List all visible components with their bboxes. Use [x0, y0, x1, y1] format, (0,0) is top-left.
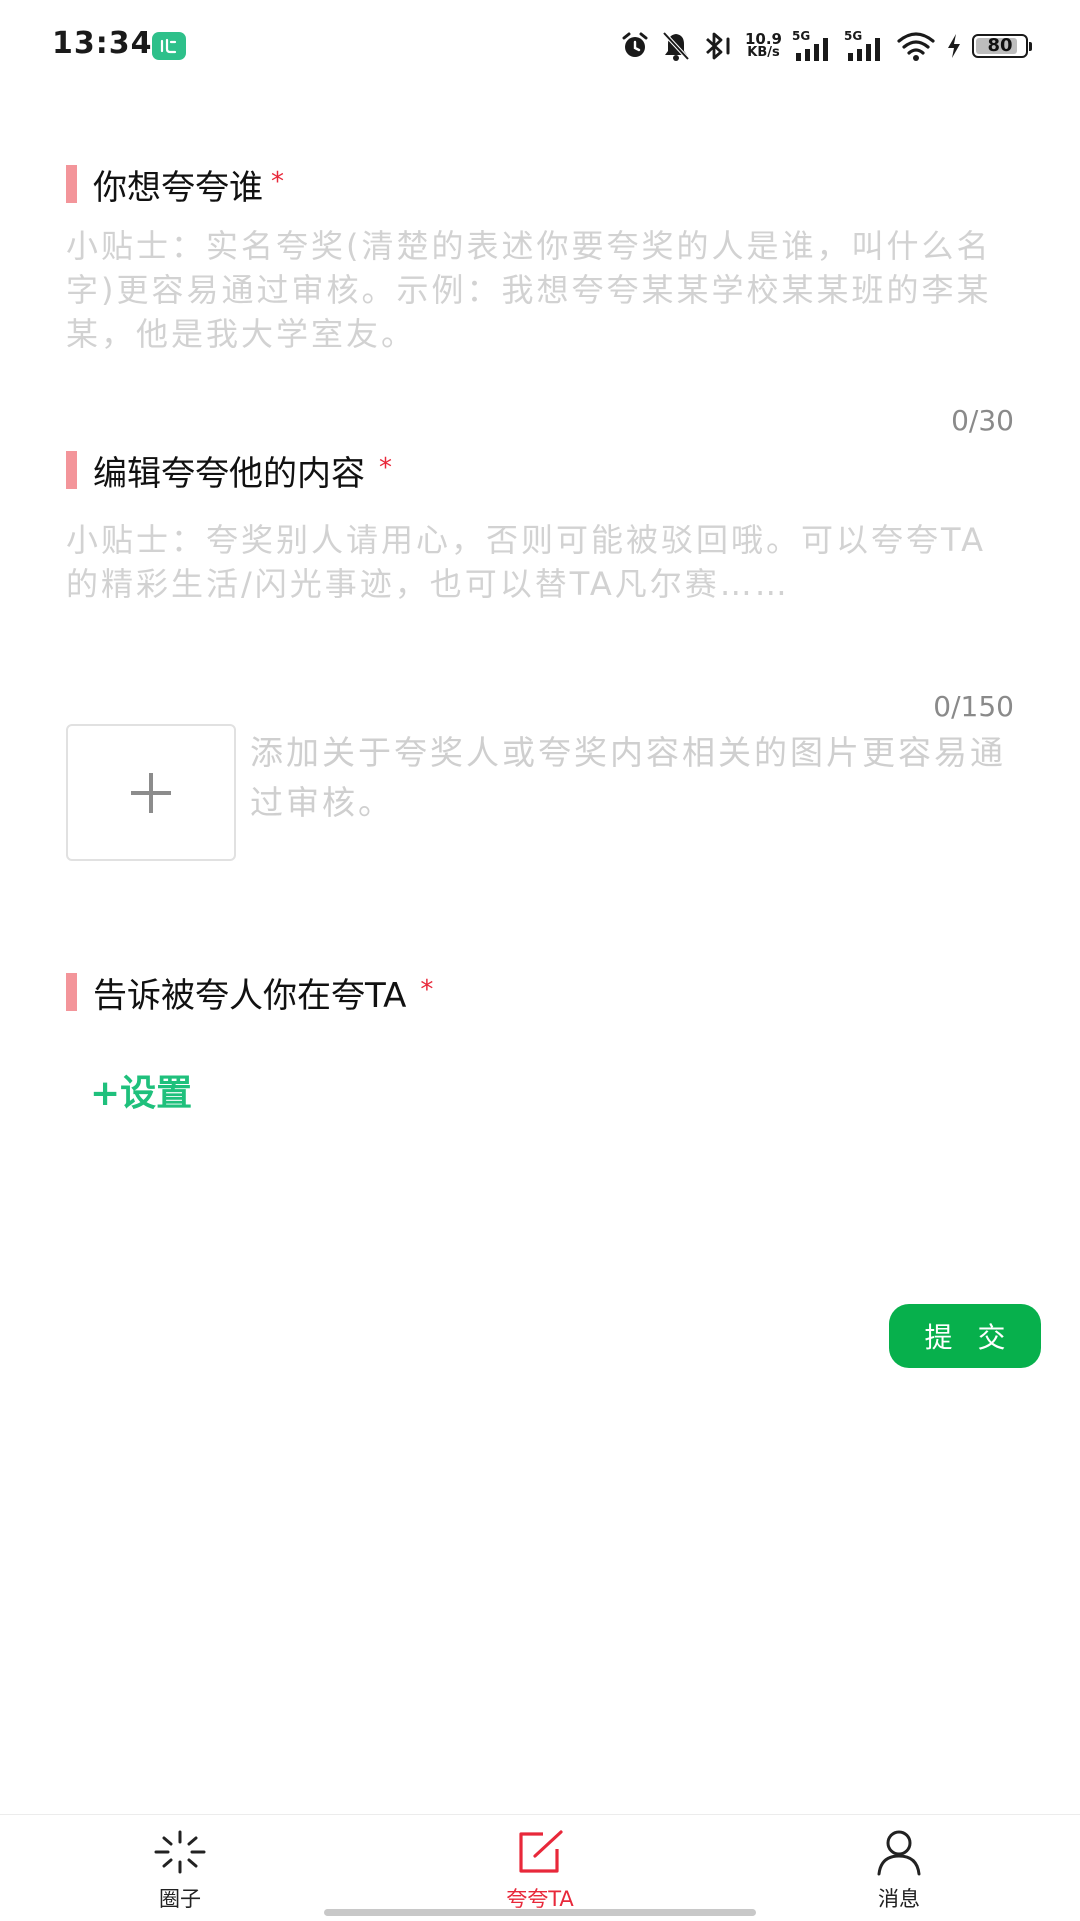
nav-label-circle: 圈子: [159, 1887, 201, 1911]
section-title-content: 编辑夸夸他的内容 *: [66, 450, 392, 494]
person-icon: [877, 1830, 921, 1876]
content-char-count: 0/150: [933, 690, 1014, 723]
content-input-placeholder: 小贴士：夸奖别人请用心，否则可能被驳回哦。可以夸夸TA的精彩生活/闪光事迹，也可…: [66, 521, 986, 603]
edit-square-icon: [519, 1830, 563, 1873]
who-input[interactable]: 小贴士：实名夸奖(清楚的表述你要夸奖的人是谁，叫什么名字)更容易通过审核。示例：…: [66, 224, 1016, 356]
add-image-button[interactable]: [66, 724, 236, 861]
cell-signal-1: 5G: [792, 29, 834, 63]
plus-icon: [131, 772, 171, 813]
signal-bars-icon: [796, 38, 828, 61]
battery-icon: 80: [972, 34, 1032, 58]
status-icons: 10.9 KB/s 5G 5G 80: [619, 26, 1032, 66]
bottom-nav: 圈子 夸夸TA 消息: [0, 1814, 1080, 1921]
sparkle-icon: [154, 1830, 206, 1874]
app-notification-icon: [152, 32, 186, 60]
signal-bars-icon: [848, 38, 880, 61]
nav-item-circle[interactable]: 圈子: [80, 1827, 280, 1913]
title-accent-bar: [66, 451, 77, 489]
network-speed: 10.9 KB/s: [745, 32, 782, 60]
required-mark: *: [420, 975, 434, 1005]
status-bar: 13:34 10.9 KB/s 5G 5G 80: [0, 0, 1080, 92]
wifi-icon: [897, 32, 935, 61]
title-accent-bar: [66, 165, 77, 203]
nav-item-messages[interactable]: 消息: [799, 1827, 999, 1913]
content-input[interactable]: 小贴士：夸奖别人请用心，否则可能被驳回哦。可以夸夸TA的精彩生活/闪光事迹，也可…: [66, 518, 1016, 606]
required-mark: *: [271, 167, 284, 197]
section-title-who: 你想夸夸谁 *: [66, 164, 284, 208]
title-accent-bar: [66, 973, 77, 1011]
bluetooth-icon: [706, 32, 730, 60]
who-input-placeholder: 小贴士：实名夸奖(清楚的表述你要夸奖的人是谁，叫什么名字)更容易通过审核。示例：…: [66, 227, 992, 353]
who-char-count: 0/30: [951, 404, 1014, 437]
section-title-who-text: 你想夸夸谁: [93, 167, 263, 208]
battery-level: 80: [987, 35, 1013, 56]
status-time: 13:34: [52, 26, 153, 61]
home-indicator[interactable]: [324, 1909, 756, 1916]
section-title-notify: 告诉被夸人你在夸TA *: [66, 972, 434, 1016]
section-title-content-text: 编辑夸夸他的内容: [93, 453, 365, 494]
alarm-icon: [622, 32, 648, 57]
network-speed-unit: KB/s: [747, 45, 780, 60]
image-upload-hint: 添加关于夸奖人或夸奖内容相关的图片更容易通过审核。: [250, 733, 1006, 822]
battery-tip: [1029, 42, 1032, 51]
required-mark: *: [379, 453, 392, 483]
nav-item-praise[interactable]: 夸夸TA: [440, 1827, 640, 1913]
cell-signal-2: 5G: [844, 29, 886, 63]
charging-bolt-icon: [948, 34, 960, 58]
submit-button[interactable]: 提 交: [889, 1304, 1041, 1368]
network-speed-value: 10.9: [744, 30, 782, 48]
section-title-notify-text: 告诉被夸人你在夸TA: [93, 975, 407, 1016]
nav-label-messages: 消息: [878, 1887, 920, 1911]
mute-bell-icon: [662, 31, 690, 61]
set-notify-button[interactable]: +设置: [90, 1064, 192, 1116]
